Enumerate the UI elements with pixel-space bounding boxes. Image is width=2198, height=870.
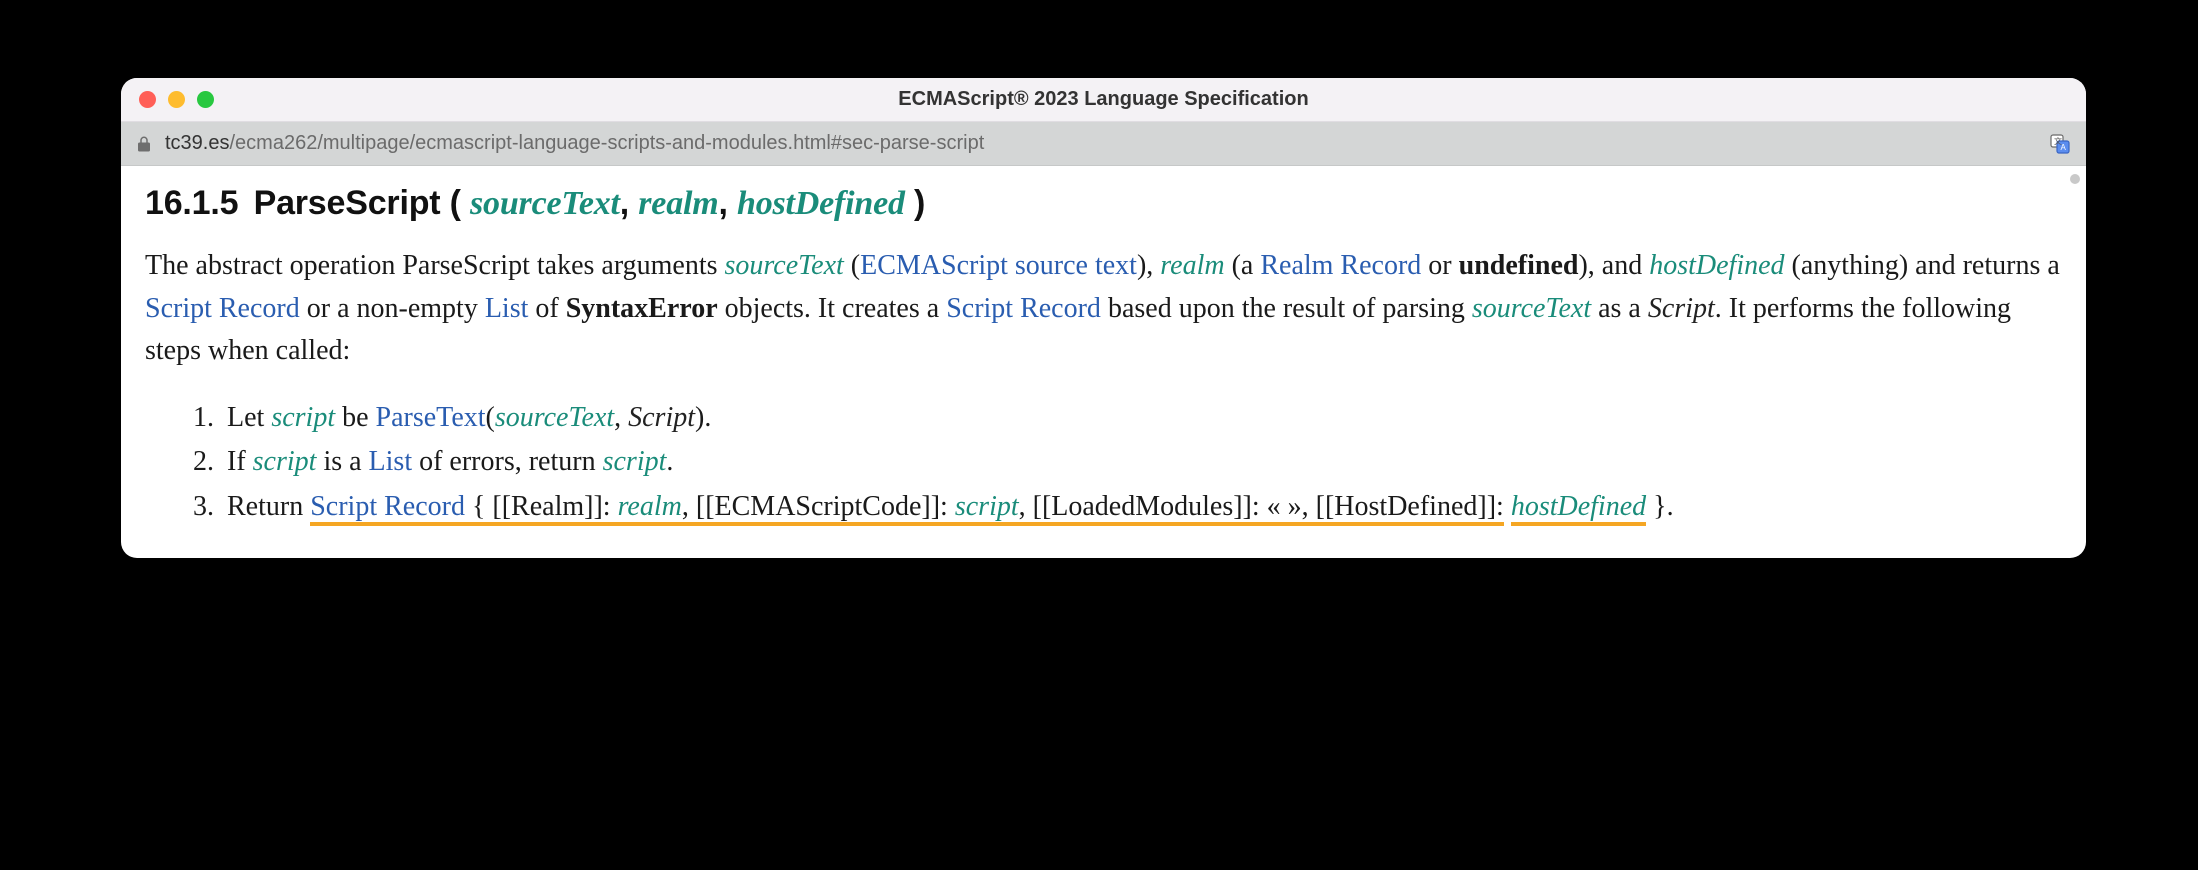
var-realm: realm xyxy=(1160,250,1224,281)
link-list-1[interactable]: List xyxy=(485,293,529,324)
url: tc39.es/ecma262/multipage/ecmascript-lan… xyxy=(165,132,984,155)
close-icon[interactable] xyxy=(139,91,156,108)
step-1: Let script be ParseText(sourceText, Scri… xyxy=(221,397,2062,440)
link-parsetext[interactable]: ParseText xyxy=(376,402,486,433)
traffic-lights xyxy=(121,91,214,108)
heading-arg-realm: realm xyxy=(638,185,718,222)
var-script-s2a: script xyxy=(253,446,317,477)
heading-arg-hostdefined: hostDefined xyxy=(737,185,905,222)
algorithm-steps: Let script be ParseText(sourceText, Scri… xyxy=(145,397,2062,529)
minimize-icon[interactable] xyxy=(168,91,185,108)
var-script-s2b: script xyxy=(603,446,667,477)
var-hostdefined-s3: hostDefined xyxy=(1511,491,1646,522)
url-domain: tc39.es xyxy=(165,132,229,154)
nonterminal-script: Script xyxy=(1648,293,1715,324)
url-path: /ecma262/multipage/ecmascript-language-s… xyxy=(229,132,984,154)
intro-paragraph: The abstract operation ParseScript takes… xyxy=(145,245,2062,373)
translate-icon[interactable]: 文 A xyxy=(2048,132,2072,156)
link-script-record-1[interactable]: Script Record xyxy=(145,293,300,324)
page-content: 16.1.5 ParseScript ( sourceText, realm, … xyxy=(121,166,2086,558)
section-heading: 16.1.5 ParseScript ( sourceText, realm, … xyxy=(145,184,2062,223)
var-sourcetext: sourceText xyxy=(725,250,844,281)
var-sourcetext-2: sourceText xyxy=(1472,293,1591,324)
section-name: ParseScript xyxy=(254,184,441,222)
heading-arg-sourcetext: sourceText xyxy=(470,185,620,222)
scrollbar-thumb-icon[interactable] xyxy=(2070,174,2080,184)
link-script-record-s3[interactable]: Script Record xyxy=(310,491,465,522)
link-list-s2[interactable]: List xyxy=(369,446,413,477)
browser-window: ECMAScript® 2023 Language Specification … xyxy=(121,78,2086,558)
window-title: ECMAScript® 2023 Language Specification xyxy=(121,88,2086,111)
nonterminal-script-s1: Script xyxy=(628,402,695,433)
address-bar[interactable]: tc39.es/ecma262/multipage/ecmascript-lan… xyxy=(121,122,2086,166)
var-sourcetext-s1: sourceText xyxy=(495,402,614,433)
step-2: If script is a List of errors, return sc… xyxy=(221,441,2062,484)
var-script-s3: script xyxy=(955,491,1019,522)
titlebar: ECMAScript® 2023 Language Specification xyxy=(121,78,2086,122)
var-realm-s3: realm xyxy=(618,491,682,522)
var-script: script xyxy=(271,402,335,433)
undefined-keyword: undefined xyxy=(1459,250,1579,281)
step-3: Return Script Record { [[Realm]]: realm,… xyxy=(221,486,2062,529)
link-realm-record[interactable]: Realm Record xyxy=(1260,250,1421,281)
lock-icon xyxy=(135,135,153,153)
svg-text:A: A xyxy=(2061,143,2067,152)
var-hostdefined: hostDefined xyxy=(1649,250,1784,281)
section-number: 16.1.5 xyxy=(145,184,238,222)
maximize-icon[interactable] xyxy=(197,91,214,108)
link-ecmascript-source-text[interactable]: ECMAScript source text xyxy=(860,250,1137,281)
syntaxerror-keyword: SyntaxError xyxy=(566,293,718,324)
link-script-record-2[interactable]: Script Record xyxy=(946,293,1101,324)
